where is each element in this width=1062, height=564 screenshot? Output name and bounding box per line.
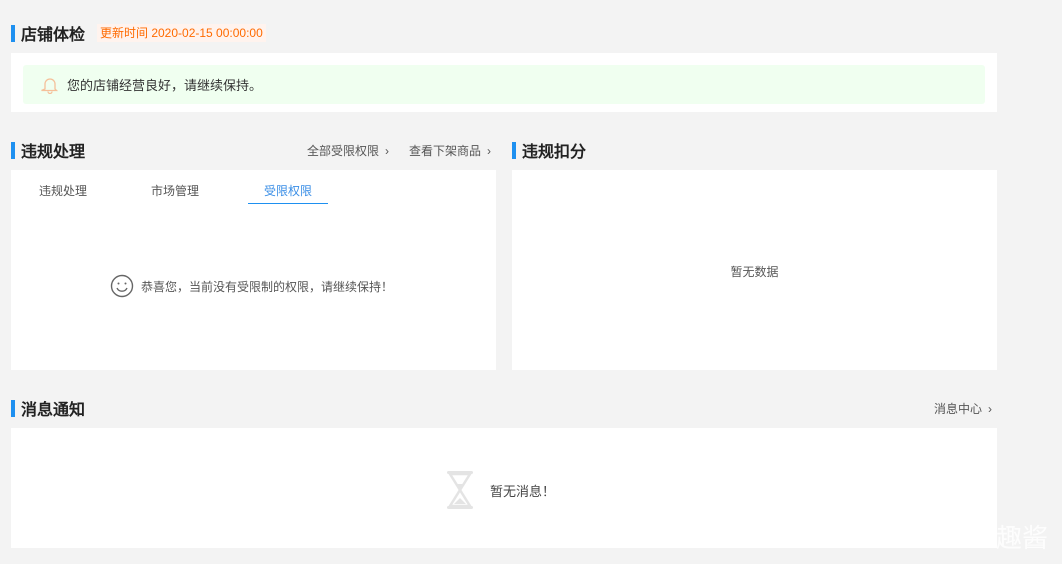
chevron-right-icon: › bbox=[988, 401, 993, 416]
deduction-panel: 暂无数据 bbox=[512, 170, 997, 370]
chevron-right-icon: › bbox=[487, 143, 492, 158]
health-panel: 您的店铺经营良好，请继续保持。 bbox=[11, 53, 997, 112]
title-bar bbox=[11, 24, 15, 42]
view-delisted-link[interactable]: 查看下架商品 › bbox=[409, 142, 491, 159]
deduction-title-text: 违规扣分 bbox=[522, 144, 587, 161]
violation-title: 违规处理 bbox=[11, 141, 86, 161]
chevron-right-icon: › bbox=[385, 143, 390, 158]
tab-violation[interactable]: 违规处理 bbox=[23, 182, 103, 204]
messages-title: 消息通知 bbox=[11, 399, 86, 419]
tab-market[interactable]: 市场管理 bbox=[135, 182, 215, 204]
health-title: 店铺体检 bbox=[11, 24, 86, 44]
health-notice: 您的店铺经营良好，请继续保持。 bbox=[23, 65, 985, 104]
deduction-empty: 暂无数据 bbox=[730, 265, 779, 279]
health-notice-text: 您的店铺经营良好，请继续保持。 bbox=[67, 78, 263, 93]
restricted-empty: 恭喜您，当前没有受限制的权限，请继续保持！ bbox=[110, 274, 393, 298]
messages-empty-text: 暂无消息！ bbox=[490, 483, 556, 499]
watermark: 趣酱 bbox=[996, 523, 1049, 553]
smile-icon bbox=[110, 274, 134, 298]
deduction-title: 违规扣分 bbox=[512, 141, 587, 161]
hourglass-icon bbox=[447, 471, 473, 509]
message-center-link[interactable]: 消息中心 › bbox=[934, 400, 992, 417]
messages-title-text: 消息通知 bbox=[21, 402, 86, 419]
violation-panel: 违规处理 市场管理 受限权限 恭喜您，当前没有受限制的权限，请继续保持！ bbox=[11, 170, 496, 370]
all-restricted-link[interactable]: 全部受限权限 › bbox=[307, 142, 389, 159]
health-title-text: 店铺体检 bbox=[21, 27, 86, 44]
update-time: 更新时间 2020-02-15 00:00:00 bbox=[97, 24, 266, 42]
messages-empty: 暂无消息！ bbox=[446, 470, 555, 510]
restricted-message: 恭喜您，当前没有受限制的权限，请继续保持！ bbox=[141, 279, 394, 294]
violation-title-text: 违规处理 bbox=[21, 144, 86, 161]
bell-icon bbox=[41, 77, 59, 94]
messages-panel: 暂无消息！ bbox=[11, 428, 997, 548]
tab-restricted[interactable]: 受限权限 bbox=[248, 182, 328, 204]
